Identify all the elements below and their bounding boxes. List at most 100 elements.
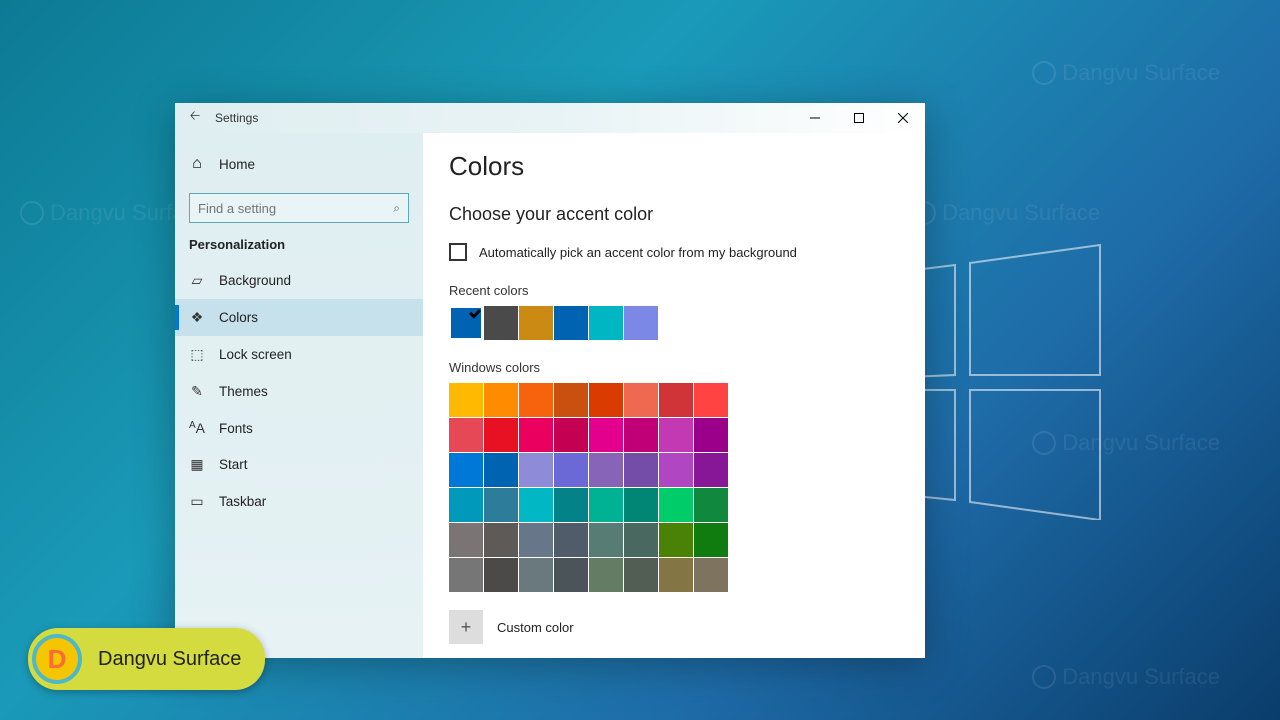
- color-swatch[interactable]: [519, 453, 553, 487]
- color-swatch[interactable]: [554, 383, 588, 417]
- color-swatch[interactable]: [554, 558, 588, 592]
- sidebar-item-label: Colors: [219, 310, 258, 325]
- color-swatch[interactable]: [484, 558, 518, 592]
- sidebar-item-taskbar[interactable]: ▭ Taskbar: [175, 483, 423, 520]
- color-swatch[interactable]: [694, 523, 728, 557]
- color-swatch[interactable]: [484, 523, 518, 557]
- color-swatch[interactable]: [484, 306, 518, 340]
- start-icon: ▦: [189, 456, 205, 473]
- back-button[interactable]: 🡠: [175, 103, 215, 133]
- color-swatch[interactable]: [589, 523, 623, 557]
- auto-accent-checkbox[interactable]: Automatically pick an accent color from …: [449, 243, 899, 261]
- color-swatch[interactable]: [484, 453, 518, 487]
- color-swatch[interactable]: [659, 558, 693, 592]
- color-swatch[interactable]: [519, 558, 553, 592]
- windows-colors-heading: Windows colors: [449, 360, 899, 375]
- color-swatch[interactable]: [624, 383, 658, 417]
- color-swatch[interactable]: [624, 306, 658, 340]
- color-swatch[interactable]: [449, 418, 483, 452]
- home-icon: ⌂: [189, 155, 205, 173]
- plus-icon: +: [449, 610, 483, 644]
- search-input[interactable]: [198, 201, 393, 216]
- custom-color-button[interactable]: + Custom color: [449, 610, 899, 644]
- color-swatch[interactable]: [554, 488, 588, 522]
- color-swatch[interactable]: [484, 418, 518, 452]
- color-swatch[interactable]: [659, 418, 693, 452]
- windows-colors-grid: [449, 383, 899, 592]
- ghost-watermark: Dangvu Surface: [1032, 430, 1220, 456]
- color-swatch[interactable]: [694, 418, 728, 452]
- window-title: Settings: [215, 111, 258, 125]
- checkbox-label: Automatically pick an accent color from …: [479, 245, 797, 260]
- home-label: Home: [219, 157, 255, 172]
- home-link[interactable]: ⌂ Home: [175, 145, 423, 183]
- color-swatch[interactable]: [519, 523, 553, 557]
- color-swatch[interactable]: [449, 488, 483, 522]
- color-swatch[interactable]: [589, 306, 623, 340]
- lock-screen-icon: ⬚: [189, 346, 205, 363]
- color-swatch[interactable]: [589, 453, 623, 487]
- main-panel: Colors Choose your accent color Automati…: [423, 133, 925, 658]
- color-swatch[interactable]: [659, 523, 693, 557]
- color-swatch[interactable]: [694, 558, 728, 592]
- color-swatch[interactable]: [449, 383, 483, 417]
- color-swatch[interactable]: [554, 453, 588, 487]
- colors-icon: ❖: [189, 309, 205, 326]
- color-swatch[interactable]: [554, 306, 588, 340]
- color-swatch[interactable]: [624, 418, 658, 452]
- color-swatch[interactable]: [659, 383, 693, 417]
- sidebar-item-colors[interactable]: ❖ Colors: [175, 299, 423, 336]
- section-title: Choose your accent color: [449, 204, 899, 225]
- taskbar-icon: ▭: [189, 493, 205, 510]
- sidebar-item-label: Lock screen: [219, 347, 292, 362]
- sidebar-item-background[interactable]: ▱ Background: [175, 262, 423, 299]
- sidebar-item-label: Background: [219, 273, 291, 288]
- color-swatch[interactable]: [624, 558, 658, 592]
- search-box[interactable]: ⌕: [189, 193, 409, 223]
- color-swatch[interactable]: [659, 453, 693, 487]
- color-swatch[interactable]: [694, 453, 728, 487]
- category-heading: Personalization: [175, 237, 423, 262]
- sidebar-item-lock-screen[interactable]: ⬚ Lock screen: [175, 336, 423, 373]
- watermark-logo-icon: D: [32, 634, 82, 684]
- sidebar-item-themes[interactable]: ✎ Themes: [175, 373, 423, 410]
- color-swatch[interactable]: [624, 453, 658, 487]
- color-swatch[interactable]: [519, 488, 553, 522]
- sidebar-item-start[interactable]: ▦ Start: [175, 446, 423, 483]
- color-swatch[interactable]: [484, 488, 518, 522]
- color-swatch[interactable]: [449, 523, 483, 557]
- ghost-watermark: Dangvu Surface: [912, 200, 1100, 226]
- color-swatch[interactable]: [449, 453, 483, 487]
- color-swatch[interactable]: [449, 306, 483, 340]
- color-swatch[interactable]: [694, 383, 728, 417]
- color-swatch[interactable]: [554, 418, 588, 452]
- color-swatch[interactable]: [589, 383, 623, 417]
- color-swatch[interactable]: [519, 418, 553, 452]
- page-title: Colors: [449, 151, 899, 182]
- color-swatch[interactable]: [519, 383, 553, 417]
- titlebar: 🡠 Settings: [175, 103, 925, 133]
- color-swatch[interactable]: [694, 488, 728, 522]
- color-swatch[interactable]: [659, 488, 693, 522]
- settings-window: 🡠 Settings ⌂ Home ⌕ Personalization ▱ Ba…: [175, 103, 925, 658]
- color-swatch[interactable]: [589, 488, 623, 522]
- close-button[interactable]: [881, 103, 925, 133]
- maximize-button[interactable]: [837, 103, 881, 133]
- watermark-badge: D Dangvu Surface: [28, 628, 265, 690]
- checkbox-icon: [449, 243, 467, 261]
- color-swatch[interactable]: [449, 558, 483, 592]
- sidebar-item-fonts[interactable]: AA Fonts: [175, 410, 423, 446]
- color-swatch[interactable]: [484, 383, 518, 417]
- watermark-text: Dangvu Surface: [98, 648, 241, 671]
- sidebar-item-label: Taskbar: [219, 494, 266, 509]
- color-swatch[interactable]: [589, 418, 623, 452]
- color-swatch[interactable]: [624, 488, 658, 522]
- color-swatch[interactable]: [519, 306, 553, 340]
- fonts-icon: AA: [189, 420, 205, 436]
- minimize-button[interactable]: [793, 103, 837, 133]
- color-swatch[interactable]: [589, 558, 623, 592]
- color-swatch[interactable]: [624, 523, 658, 557]
- sidebar: ⌂ Home ⌕ Personalization ▱ Background ❖ …: [175, 133, 423, 658]
- color-swatch[interactable]: [554, 523, 588, 557]
- search-icon: ⌕: [393, 201, 400, 216]
